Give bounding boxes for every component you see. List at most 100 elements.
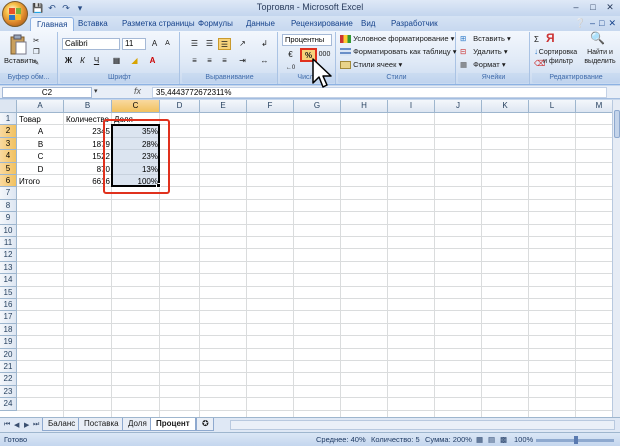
row-header-15[interactable]: 15 xyxy=(0,286,17,299)
column-header-e[interactable]: E xyxy=(200,100,247,113)
column-header-d[interactable]: D xyxy=(160,100,200,113)
format-cells-button[interactable]: ▦ Формат ▾ xyxy=(460,60,506,70)
align-right-icon[interactable]: ≡ xyxy=(218,55,231,67)
row-header-21[interactable]: 21 xyxy=(0,361,17,374)
zoom-level[interactable]: 100% xyxy=(514,435,533,444)
office-button[interactable] xyxy=(2,1,28,27)
column-header-h[interactable]: H xyxy=(341,100,388,113)
row-header-1[interactable]: 1 xyxy=(0,113,17,126)
row-header-2[interactable]: 2 xyxy=(0,125,17,138)
tab-formulas[interactable]: Формулы xyxy=(192,17,239,31)
row-header-19[interactable]: 19 xyxy=(0,336,17,349)
column-header-f[interactable]: F xyxy=(247,100,294,113)
help-icon[interactable]: ❔ xyxy=(575,18,586,29)
worksheet-grid[interactable]: ABCDEFGHIJKLMN12345678910111213141516171… xyxy=(0,100,612,417)
align-top-icon[interactable]: ☰ xyxy=(188,38,201,50)
bold-icon[interactable]: Ж xyxy=(62,55,75,67)
select-all-corner[interactable] xyxy=(0,100,17,113)
page-break-view-icon[interactable]: ▩ xyxy=(500,435,507,444)
name-box-dropdown-icon[interactable]: ▾ xyxy=(94,87,98,95)
conditional-formatting-button[interactable]: Условное форматирование ▾ xyxy=(340,34,454,44)
row-header-3[interactable]: 3 xyxy=(0,137,17,151)
row-header-20[interactable]: 20 xyxy=(0,348,17,361)
italic-icon[interactable]: К xyxy=(76,55,89,67)
align-bottom-icon[interactable]: ☰ xyxy=(218,38,231,50)
vertical-scrollbar[interactable] xyxy=(612,100,620,417)
tab-developer[interactable]: Разработчик xyxy=(385,17,444,31)
row-header-16[interactable]: 16 xyxy=(0,299,17,312)
cell-a3[interactable]: B xyxy=(17,139,64,150)
cut-icon[interactable]: ✂ xyxy=(33,36,39,46)
zoom-slider-thumb[interactable] xyxy=(574,436,578,444)
find-select-label-2[interactable]: выделить xyxy=(580,57,620,67)
paste-button[interactable]: Вставить xyxy=(4,56,36,66)
accounting-format-icon[interactable]: € xyxy=(284,49,297,61)
underline-icon[interactable]: Ч xyxy=(90,55,103,67)
sort-filter-icon[interactable]: Я xyxy=(546,32,566,47)
delete-cells-button[interactable]: ⊟ Удалить ▾ xyxy=(460,47,508,57)
sheet-tab-balance[interactable]: Баланс xyxy=(42,418,82,431)
indent-icon[interactable]: ⇥ xyxy=(236,55,249,67)
shrink-font-icon[interactable]: A xyxy=(161,38,174,50)
cell-a4[interactable]: C xyxy=(17,151,64,162)
font-color-icon[interactable]: A xyxy=(146,55,159,67)
insert-sheet-icon[interactable]: ✪ xyxy=(196,418,214,431)
font-size-dropdown[interactable]: 11 xyxy=(122,38,146,50)
align-middle-icon[interactable]: ☰ xyxy=(203,38,216,50)
row-header-14[interactable]: 14 xyxy=(0,274,17,287)
row-header-23[interactable]: 23 xyxy=(0,385,17,399)
align-center-icon[interactable]: ≡ xyxy=(203,55,216,67)
row-header-18[interactable]: 18 xyxy=(0,323,17,337)
cell-styles-button[interactable]: Стили ячеек ▾ xyxy=(340,60,402,70)
column-header-m[interactable]: M xyxy=(576,100,612,113)
paste-icon[interactable] xyxy=(8,34,28,56)
formula-input[interactable]: 35,4443772672311% xyxy=(152,87,607,98)
cell-a1[interactable]: Товар xyxy=(17,114,64,125)
ribbon-close-icon[interactable]: ✕ xyxy=(608,18,616,29)
tab-page-layout[interactable]: Разметка страницы xyxy=(116,17,201,31)
page-layout-view-icon[interactable]: ▤ xyxy=(488,435,495,444)
row-header-9[interactable]: 9 xyxy=(0,212,17,225)
row-header-13[interactable]: 13 xyxy=(0,261,17,275)
restore-icon[interactable]: □ xyxy=(585,1,601,14)
tab-review[interactable]: Рецензирование xyxy=(285,17,359,31)
copy-icon[interactable]: ❐ xyxy=(33,47,40,57)
ribbon-minimize-icon[interactable]: – xyxy=(590,18,595,29)
sum-icon[interactable]: Σ xyxy=(534,35,539,45)
row-header-17[interactable]: 17 xyxy=(0,311,17,324)
normal-view-icon[interactable]: ▦ xyxy=(476,435,483,444)
cell-a5[interactable]: D xyxy=(17,164,64,175)
sort-filter-label-2[interactable]: и фильтр xyxy=(538,57,578,67)
number-format-dropdown[interactable]: Процентны xyxy=(282,34,332,46)
row-header-5[interactable]: 5 xyxy=(0,162,17,175)
last-sheet-icon[interactable]: ⏭ xyxy=(33,421,39,429)
cell-a6[interactable]: Итого xyxy=(17,176,64,187)
vertical-scroll-thumb[interactable] xyxy=(614,110,620,138)
minimize-icon[interactable]: – xyxy=(568,1,584,14)
column-header-k[interactable]: K xyxy=(482,100,529,113)
horizontal-scrollbar[interactable] xyxy=(230,420,615,430)
column-header-a[interactable]: A xyxy=(17,100,64,113)
row-header-4[interactable]: 4 xyxy=(0,150,17,163)
row-header-6[interactable]: 6 xyxy=(0,175,17,188)
sheet-tab-supply[interactable]: Поставка xyxy=(78,418,125,431)
ribbon-restore-icon[interactable]: □ xyxy=(599,18,604,29)
column-header-b[interactable]: B xyxy=(64,100,112,113)
format-as-table-button[interactable]: Форматировать как таблицу ▾ xyxy=(340,47,457,57)
insert-function-icon[interactable]: fx xyxy=(134,86,141,96)
cell-a2[interactable]: A xyxy=(17,126,64,137)
prev-sheet-icon[interactable]: ◀ xyxy=(14,421,19,429)
merge-center-icon[interactable]: ↔ xyxy=(258,55,271,67)
column-header-j[interactable]: J xyxy=(435,100,482,113)
insert-cells-button[interactable]: ⊞ Вставить ▾ xyxy=(460,34,511,44)
row-header-24[interactable]: 24 xyxy=(0,398,17,411)
sheet-tab-share[interactable]: Доля xyxy=(122,418,153,431)
row-header-8[interactable]: 8 xyxy=(0,199,17,213)
find-select-icon[interactable]: 🔍 xyxy=(590,32,610,47)
next-sheet-icon[interactable]: ▶ xyxy=(24,421,29,429)
tab-view[interactable]: Вид xyxy=(355,17,381,31)
align-left-icon[interactable]: ≡ xyxy=(188,55,201,67)
column-header-i[interactable]: I xyxy=(388,100,435,113)
close-icon[interactable]: ✕ xyxy=(602,1,618,14)
tab-home[interactable]: Главная xyxy=(30,17,75,31)
